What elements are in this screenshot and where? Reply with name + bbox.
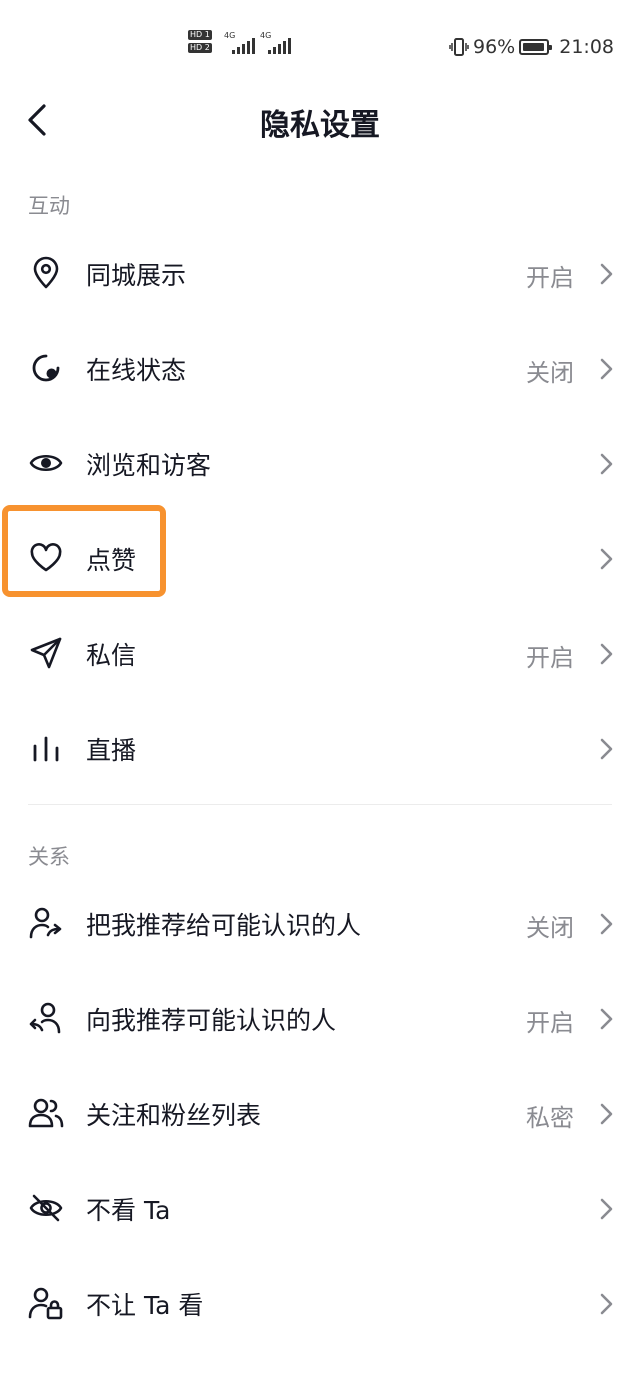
row-value: 关闭: [526, 359, 574, 387]
chevron-right-icon: [600, 548, 613, 570]
user-recommend-icon: [28, 1000, 64, 1036]
row-label: 把我推荐给可能认识的人: [86, 911, 362, 940]
chevron-right-icon: [600, 643, 613, 665]
sim-indicator: HD 1 HD 2: [188, 30, 212, 56]
row-value: 开启: [526, 264, 574, 292]
chevron-right-icon: [600, 453, 613, 475]
row-label: 向我推荐可能认识的人: [86, 1006, 337, 1035]
row-local-display[interactable]: 同城展示 开启: [0, 227, 640, 322]
eye-icon: [28, 445, 64, 481]
location-pin-icon: [28, 255, 64, 291]
eye-off-icon: [28, 1190, 64, 1226]
sim1-label: HD 1: [188, 30, 212, 40]
page-title: 隐私设置: [260, 108, 380, 143]
row-value: 关闭: [526, 914, 574, 942]
row-browse-visitors[interactable]: 浏览和访客: [0, 417, 640, 512]
chevron-right-icon: [600, 263, 613, 285]
row-value: 开启: [526, 644, 574, 672]
row-label: 不让 Ta 看: [86, 1291, 204, 1320]
section-label-relationships: 关系: [28, 845, 70, 869]
battery-icon: [519, 39, 553, 55]
row-hide-from-them[interactable]: 不让 Ta 看: [0, 1257, 640, 1352]
chevron-right-icon: [600, 1103, 613, 1125]
row-label: 浏览和访客: [86, 451, 212, 480]
row-recommend-me-to-others[interactable]: 把我推荐给可能认识的人 关闭: [0, 877, 640, 972]
highlight-annotation: [2, 505, 166, 597]
users-icon: [28, 1095, 64, 1131]
status-right: 96% 21:08: [449, 36, 614, 58]
row-label: 同城展示: [86, 261, 187, 290]
row-value: 私密: [526, 1104, 574, 1132]
row-online-status[interactable]: 在线状态 关闭: [0, 322, 640, 417]
user-share-icon: [28, 905, 64, 941]
online-status-icon: [28, 350, 64, 386]
row-value: 开启: [526, 1009, 574, 1037]
send-icon: [28, 635, 64, 671]
chevron-right-icon: [600, 913, 613, 935]
row-dont-see-them[interactable]: 不看 Ta: [0, 1162, 640, 1257]
chevron-right-icon: [600, 738, 613, 760]
chevron-right-icon: [600, 1008, 613, 1030]
chevron-right-icon: [600, 358, 613, 380]
row-recommend-to-me[interactable]: 向我推荐可能认识的人 开启: [0, 972, 640, 1067]
status-bar: HD 1 HD 2 4G 4G 96% 21:08: [0, 0, 640, 90]
chevron-right-icon: [600, 1293, 613, 1315]
battery-fill: [523, 43, 545, 51]
battery-percent: 96%: [473, 36, 516, 58]
row-label: 在线状态: [86, 356, 187, 385]
row-following-followers[interactable]: 关注和粉丝列表 私密: [0, 1067, 640, 1162]
row-direct-message[interactable]: 私信 开启: [0, 607, 640, 702]
sim2-label: HD 2: [188, 43, 212, 53]
section-divider: [28, 804, 612, 805]
user-lock-icon: [28, 1285, 64, 1321]
live-bars-icon: [28, 730, 64, 766]
clock: 21:08: [559, 36, 614, 58]
header: 隐私设置: [0, 90, 640, 150]
section-label-interaction: 互动: [28, 194, 70, 218]
vibrate-icon: [449, 38, 469, 56]
row-live[interactable]: 直播: [0, 702, 640, 797]
row-label: 不看 Ta: [86, 1196, 171, 1225]
chevron-right-icon: [600, 1198, 613, 1220]
row-label: 关注和粉丝列表: [86, 1101, 262, 1130]
row-label: 直播: [86, 736, 137, 765]
row-label: 私信: [86, 641, 137, 670]
